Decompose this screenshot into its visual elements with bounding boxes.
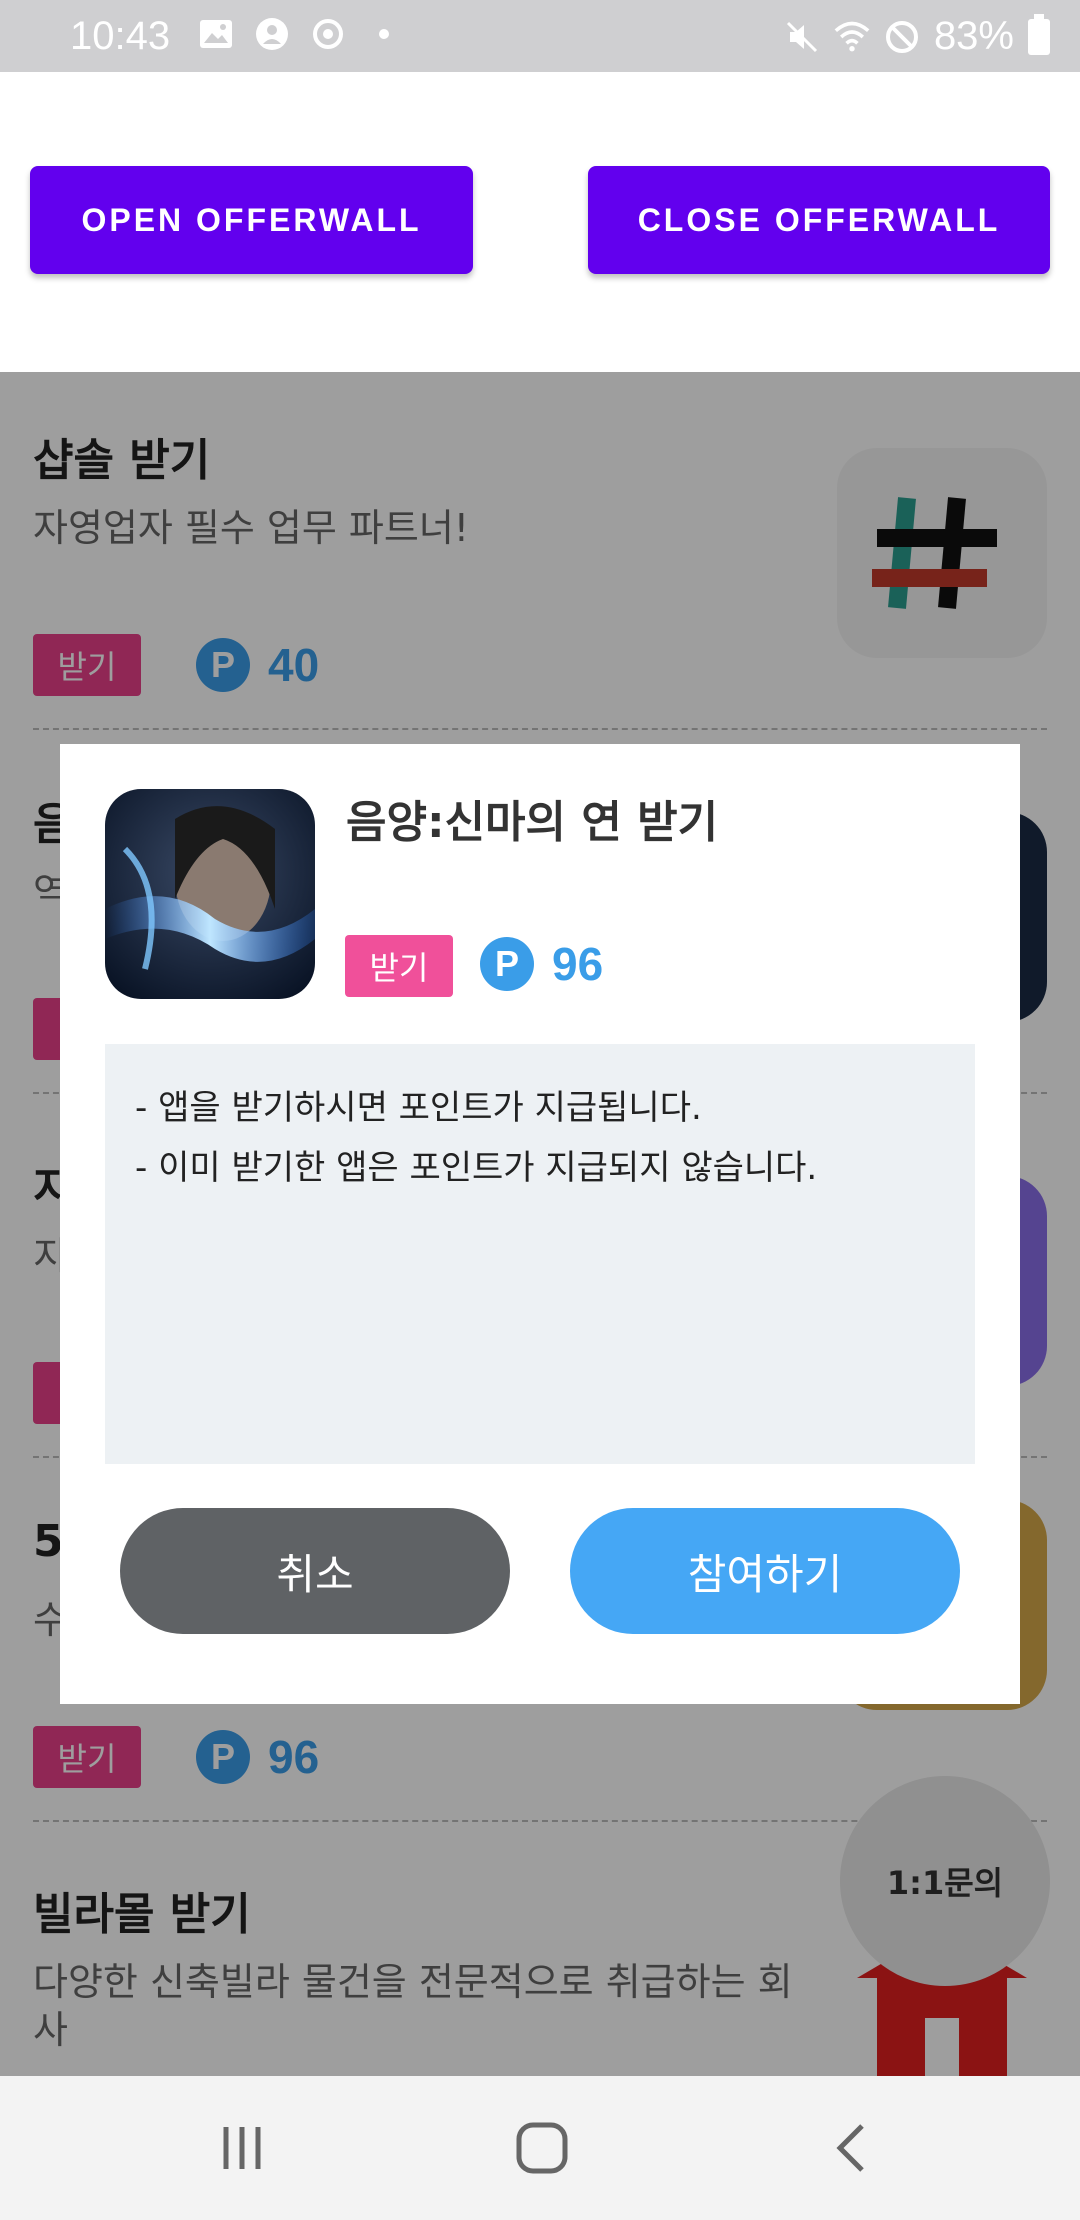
dialog-points: P 96 bbox=[480, 937, 603, 991]
navigation-bar bbox=[0, 2076, 1080, 2220]
account-icon bbox=[254, 16, 290, 52]
dialog-badge: 받기 bbox=[345, 935, 453, 997]
blocked-icon bbox=[884, 19, 920, 55]
status-bar: 10:43 83% bbox=[0, 0, 1080, 72]
open-offerwall-button[interactable]: OPEN OFFERWALL bbox=[30, 166, 473, 274]
wifi-icon bbox=[834, 19, 870, 55]
notice-line: - 이미 받기한 앱은 포인트가 지급되지 않습니다. bbox=[135, 1148, 818, 1188]
top-button-area: OPEN OFFERWALL CLOSE OFFERWALL bbox=[0, 72, 1080, 372]
dialog-app-icon bbox=[105, 789, 315, 999]
image-icon bbox=[198, 16, 234, 52]
notice-line: - 앱을 받기하시면 포인트가 지급됩니다. bbox=[135, 1088, 702, 1128]
offer-dialog: 음양:신마의 연 받기 받기 P 96 - 앱을 받기하시면 포인트가 지급됩니… bbox=[60, 744, 1020, 1704]
battery-icon bbox=[1028, 13, 1050, 55]
join-button[interactable]: 참여하기 bbox=[570, 1508, 960, 1634]
point-icon: P bbox=[480, 937, 534, 991]
cancel-button[interactable]: 취소 bbox=[120, 1508, 510, 1634]
recent-apps-icon[interactable] bbox=[212, 2118, 272, 2178]
home-icon[interactable] bbox=[512, 2118, 572, 2178]
battery-percent: 83% bbox=[933, 14, 1014, 58]
point-value: 96 bbox=[552, 938, 604, 990]
back-icon[interactable] bbox=[822, 2118, 882, 2178]
dialog-notice-box: - 앱을 받기하시면 포인트가 지급됩니다. - 이미 받기한 앱은 포인트가 … bbox=[105, 1044, 975, 1464]
mute-icon bbox=[784, 19, 820, 55]
sync-icon bbox=[310, 16, 346, 52]
dialog-title: 음양:신마의 연 받기 bbox=[346, 797, 719, 848]
close-offerwall-button[interactable]: CLOSE OFFERWALL bbox=[588, 166, 1050, 274]
status-time: 10:43 bbox=[70, 14, 171, 58]
dot-icon bbox=[366, 16, 402, 52]
